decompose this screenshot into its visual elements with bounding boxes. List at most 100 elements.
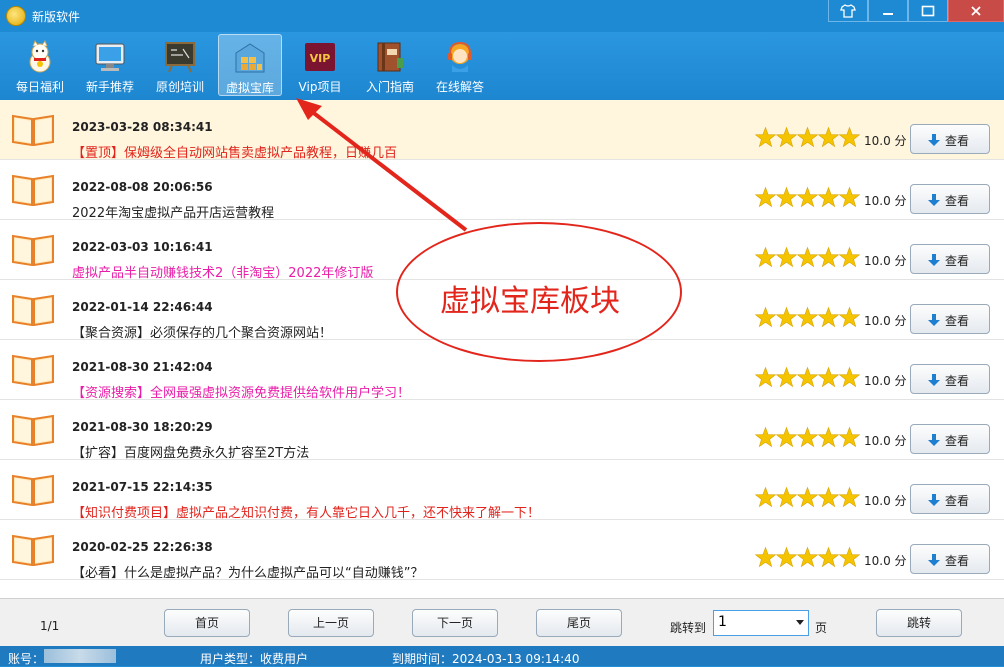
item-date: 2020-02-25 22:26:38 [72,540,213,554]
item-title[interactable]: 【必看】什么是虚拟产品？为什么虚拟产品可以“自动赚钱”？ [72,562,423,581]
item-title[interactable]: 【聚合资源】必须保存的几个聚合资源网站！ [72,322,332,341]
item-score: 10.0 分 [864,494,907,508]
view-button-label: 查看 [945,434,970,448]
star-icon [817,426,840,448]
star-icon [775,306,798,328]
view-button[interactable]: 查看 [910,184,990,214]
window-title: 新版软件 [32,10,81,24]
pagination-bar: 1/1 首页 上一页 下一页 尾页 跳转到 1 页 跳转 [0,598,1004,646]
skin-button[interactable] [828,0,868,22]
view-button[interactable]: 查看 [910,364,990,394]
item-score: 10.0 分 [864,254,907,268]
user-type: 用户类型：收费用户 [200,652,309,666]
star-icon [755,546,777,568]
view-button[interactable]: 查看 [910,484,990,514]
star-icon [755,426,777,448]
tab-beginner-recommend[interactable]: 新手推荐 [78,34,142,96]
star-icon [775,126,798,148]
rating-stars [755,546,860,568]
main-toolbar: 每日福利 新手推荐 原创培训 虚拟宝库 VIP Vip项目 入门指南 在线解答 [0,32,1004,100]
jump-button[interactable]: 跳转 [876,609,962,637]
star-icon [838,426,860,448]
item-title[interactable]: 【扩容】百度网盘免费永久扩容至2T方法 [72,442,309,461]
rating-stars [755,426,860,448]
item-title[interactable]: 【置顶】保姆级全自动网站售卖虚拟产品教程，日赚几百 [72,142,397,161]
minimize-button[interactable] [868,0,908,22]
star-icon [796,366,819,388]
guide-book-icon [377,42,403,72]
shirt-icon [840,4,856,18]
view-button-label: 查看 [945,194,970,208]
star-icon [755,246,777,268]
tab-getting-started[interactable]: 入门指南 [358,34,422,96]
view-button-label: 查看 [945,254,970,268]
star-icon [838,306,860,328]
vip-icon: VIP [305,43,335,71]
rating-stars [755,366,860,388]
list-item: 2022-08-08 20:06:56 2022年淘宝虚拟产品开店运营教程 10.0… [0,160,1004,221]
next-page-button[interactable]: 下一页 [412,609,498,637]
tab-label: 新手推荐 [85,80,134,94]
page-select-value: 1 [718,614,727,630]
page-select[interactable]: 1 [713,610,809,636]
star-icon [775,546,798,568]
tab-daily-welfare[interactable]: 每日福利 [8,34,72,96]
annotation-text: 虚拟宝库板块 [440,284,620,319]
item-score: 10.0 分 [864,194,907,208]
star-icon [775,486,798,508]
last-page-button[interactable]: 尾页 [536,609,622,637]
prev-page-button[interactable]: 上一页 [288,609,374,637]
star-icon [755,126,777,148]
item-title[interactable]: 【资源搜索】全网最强虚拟资源免费提供给软件用户学习！ [72,382,410,401]
star-icon [817,486,840,508]
support-agent-icon [448,41,472,72]
item-title[interactable]: 虚拟产品半自动赚钱技术2（非淘宝）2022年修订版 [72,262,373,281]
view-button[interactable]: 查看 [910,244,990,274]
account-value-blurred [44,649,116,663]
maximize-button[interactable] [908,0,948,22]
list-item: 2021-07-15 22:14:35 【知识付费项目】虚拟产品之知识付费，有人靠… [0,460,1004,521]
item-title[interactable]: 【知识付费项目】虚拟产品之知识付费，有人靠它日入几千，还不快来了解一下！ [72,502,540,521]
star-icon [796,546,819,568]
tab-online-support[interactable]: 在线解答 [428,34,492,96]
tab-vip-projects[interactable]: VIP Vip项目 [288,34,352,96]
tab-original-training[interactable]: 原创培训 [148,34,212,96]
page-info: 1/1 [40,619,60,633]
open-book-icon [12,294,54,326]
item-title[interactable]: 2022年淘宝虚拟产品开店运营教程 [72,202,274,221]
download-arrow-icon [928,134,940,146]
download-arrow-icon [928,554,940,566]
chevron-down-icon [796,620,804,625]
view-button[interactable]: 查看 [910,304,990,334]
view-button[interactable]: 查看 [910,424,990,454]
star-icon [796,426,819,448]
svg-text:VIP: VIP [310,52,331,65]
download-arrow-icon [928,434,940,446]
item-score: 10.0 分 [864,134,907,148]
view-button[interactable]: 查看 [910,544,990,574]
star-icon [775,246,798,268]
account-label: 账号： [8,652,45,666]
star-icon [796,486,819,508]
open-book-icon [12,474,54,506]
tab-virtual-treasury[interactable]: 虚拟宝库 [218,34,282,96]
item-date: 2021-08-30 18:20:29 [72,420,213,434]
star-icon [775,186,798,208]
tab-label: 虚拟宝库 [225,81,274,95]
close-icon [971,6,981,16]
item-date: 2021-08-30 21:42:04 [72,360,213,374]
rating-stars [755,246,860,268]
view-button[interactable]: 查看 [910,124,990,154]
expire-time: 到期时间：2024-03-13 09:14:40 [392,652,580,666]
title-bar: 新版软件 [0,0,1004,32]
first-page-button[interactable]: 首页 [164,609,250,637]
warehouse-icon [235,43,265,73]
star-icon [817,366,840,388]
item-date: 2023-03-28 08:34:41 [72,120,213,134]
page-suffix-label: 页 [815,621,828,635]
open-book-icon [12,234,54,266]
item-score: 10.0 分 [864,554,907,568]
list-item: 2020-02-25 22:26:38 【必看】什么是虚拟产品？为什么虚拟产品可以… [0,520,1004,581]
star-icon [755,366,777,388]
close-button[interactable] [948,0,1004,22]
